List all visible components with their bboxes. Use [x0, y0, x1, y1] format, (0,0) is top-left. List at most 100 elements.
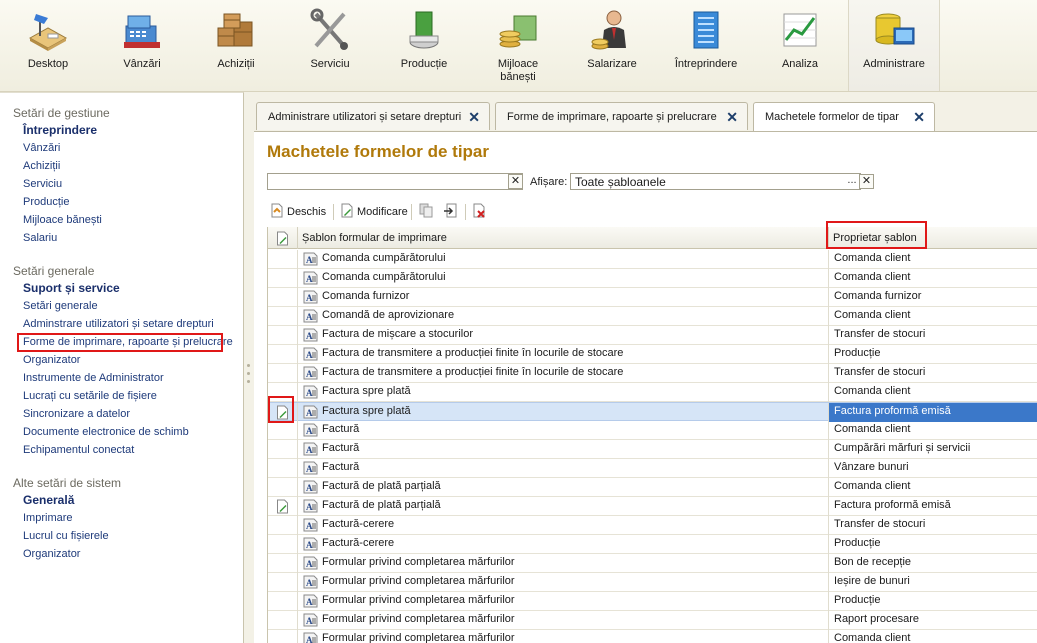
nav-link-purchases[interactable]: Achiziții — [23, 160, 60, 172]
choose-button[interactable]: ... — [845, 174, 859, 189]
table-row[interactable]: A Formular privind completarea mărfurilor… — [268, 630, 1037, 643]
section-service[interactable]: Serviciu — [284, 0, 376, 91]
table-row[interactable]: A Factură Comanda client — [268, 421, 1037, 440]
close-icon[interactable]: ✕ — [913, 109, 925, 126]
tab-print-templates[interactable]: Machetele formelor de tipar ✕ — [753, 102, 935, 132]
filter-select[interactable]: Toate șabloanele — [570, 173, 861, 190]
section-sales[interactable]: Vânzări — [96, 0, 188, 91]
nav-link-salary[interactable]: Salariu — [23, 232, 57, 244]
table-row[interactable]: A Factura de mișcare a stocurilor Transfer… — [268, 326, 1037, 345]
template-owner: Cumpărări mărfuri și servicii — [834, 442, 971, 454]
table-row[interactable]: A Factura spre plată Comanda client — [268, 383, 1037, 402]
template-name-cell: A Formular privind completarea mărfurilor — [298, 554, 829, 573]
table-row[interactable]: A Comandă de aprovizionare Comanda client — [268, 307, 1037, 326]
template-owner-cell: Comanda client — [829, 421, 1037, 440]
group-title-general-settings: Setări generale — [13, 264, 95, 278]
table-row[interactable]: A Factură-cerere Transfer de stocuri — [268, 516, 1037, 535]
table-row[interactable]: A Formular privind completarea mărfurilor… — [268, 611, 1037, 630]
template-owner: Producție — [834, 537, 881, 549]
table-row[interactable]: A Formular privind completarea mărfurilor… — [268, 554, 1037, 573]
close-icon[interactable]: ✕ — [468, 109, 480, 126]
nav-link-organizer-2[interactable]: Organizator — [23, 548, 80, 560]
copy-button[interactable] — [419, 203, 436, 221]
changed-template-icon — [277, 499, 288, 514]
table-row[interactable]: A Factură de plată parțială Comanda client — [268, 478, 1037, 497]
modify-button-label: Modificare — [357, 206, 408, 218]
section-desktop[interactable]: Desktop — [2, 0, 94, 91]
table-row[interactable]: A Factură Vânzare bunuri — [268, 459, 1037, 478]
table-row[interactable]: A Comanda furnizor Comanda furnizor — [268, 288, 1037, 307]
changed-cell — [268, 478, 298, 497]
table-row[interactable]: A Comanda cumpărătorului Comanda client — [268, 269, 1037, 288]
changed-cell — [268, 592, 298, 611]
section-cash[interactable]: Mijloace bănești — [472, 0, 564, 91]
open-document-icon — [271, 203, 283, 218]
nav-link-edi[interactable]: Documente electronice de schimb — [23, 426, 189, 438]
header-changed-column[interactable] — [268, 227, 298, 249]
header-template-name[interactable]: Șablon formular de imprimare — [298, 227, 829, 249]
close-icon[interactable]: ✕ — [726, 109, 738, 126]
open-button-label: Deschis — [287, 206, 327, 218]
panel-splitter[interactable] — [244, 92, 254, 643]
template-owner: Comanda client — [834, 480, 911, 492]
tab-print-forms[interactable]: Forme de imprimare, rapoarte și prelucra… — [495, 102, 748, 130]
nav-link-data-sync[interactable]: Sincronizare a datelor — [23, 408, 130, 420]
table-row[interactable]: A Comanda cumpărătorului Comanda client — [268, 250, 1037, 269]
nav-link-sales[interactable]: Vânzări — [23, 142, 60, 154]
nav-link-admin-tools[interactable]: Instrumente de Administrator — [23, 372, 164, 384]
nav-link-organizer[interactable]: Organizator — [23, 354, 80, 366]
table-row[interactable]: A Formular privind completarea mărfurilor… — [268, 592, 1037, 611]
table-row[interactable]: A Formular privind completarea mărfurilor… — [268, 573, 1037, 592]
nav-link-file-settings[interactable]: Lucrați cu setările de fișiere — [23, 390, 157, 402]
template-owner: Ieșire de bunuri — [834, 575, 910, 587]
section-analysis[interactable]: Analiza — [754, 0, 846, 91]
changed-cell — [268, 516, 298, 535]
production-roll-icon — [409, 11, 439, 49]
nav-link-user-admin[interactable]: Adminstrare utilizatori și setare dreptu… — [23, 318, 214, 330]
nav-link-files[interactable]: Lucrul cu fișierele — [23, 530, 109, 542]
svg-text:A: A — [306, 578, 313, 588]
section-label: Salarizare — [587, 58, 637, 70]
nav-link-general[interactable]: Generală — [23, 493, 74, 507]
template-document-icon: A — [303, 290, 318, 304]
table-row[interactable]: A Factură Cumpărări mărfuri și servicii — [268, 440, 1037, 459]
svg-text:A: A — [306, 597, 313, 607]
import-button[interactable] — [443, 203, 460, 221]
template-name-cell: A Factură — [298, 421, 829, 440]
changed-template-icon — [277, 231, 288, 246]
template-name-cell: A Formular privind completarea mărfurilor — [298, 573, 829, 592]
changed-cell — [268, 554, 298, 573]
delete-button[interactable] — [472, 203, 489, 221]
search-input[interactable] — [267, 173, 523, 190]
section-enterprise[interactable]: Întreprindere — [660, 0, 752, 91]
tab-user-admin[interactable]: Administrare utilizatori și setare drept… — [256, 102, 490, 130]
open-button[interactable]: Deschis — [270, 203, 326, 221]
group-title-other-system-settings: Alte setări de sistem — [13, 476, 122, 490]
section-payroll[interactable]: Salarizare — [566, 0, 658, 91]
changed-cell — [268, 288, 298, 307]
table-row[interactable]: A Factura de transmitere a producției fin… — [268, 364, 1037, 383]
template-name: Formular privind completarea mărfurilor — [322, 613, 515, 625]
template-owner: Comanda client — [834, 632, 911, 643]
nav-link-print[interactable]: Imprimare — [23, 512, 73, 524]
svg-text:A: A — [306, 464, 313, 474]
nav-link-enterprise[interactable]: Întreprindere — [23, 123, 97, 137]
table-row[interactable]: A Factura spre plată Factura proformă emis… — [268, 402, 1037, 422]
nav-link-production[interactable]: Producție — [23, 196, 69, 208]
section-production[interactable]: Producție — [378, 0, 470, 91]
nav-link-service[interactable]: Serviciu — [23, 178, 62, 190]
section-purchases[interactable]: Achiziții — [190, 0, 282, 91]
nav-link-general-settings[interactable]: Setări generale — [23, 300, 98, 312]
clear-filter-button[interactable]: ✕ — [859, 174, 874, 189]
nav-link-equipment[interactable]: Echipamentul conectat — [23, 444, 134, 456]
section-administration[interactable]: Administrare — [848, 0, 940, 91]
nav-link-cash[interactable]: Mijloace bănești — [23, 214, 102, 226]
modify-button[interactable]: Modificare — [340, 203, 408, 221]
nav-link-support[interactable]: Suport și service — [23, 281, 120, 295]
table-row[interactable]: A Factură de plată parțială Factura profor… — [268, 497, 1037, 516]
table-row[interactable]: A Factura de transmitere a producției fin… — [268, 345, 1037, 364]
changed-cell — [268, 459, 298, 478]
table-row[interactable]: A Factură-cerere Producție — [268, 535, 1037, 554]
clear-search-button[interactable]: ✕ — [508, 174, 523, 189]
boxes-icon — [217, 13, 253, 47]
